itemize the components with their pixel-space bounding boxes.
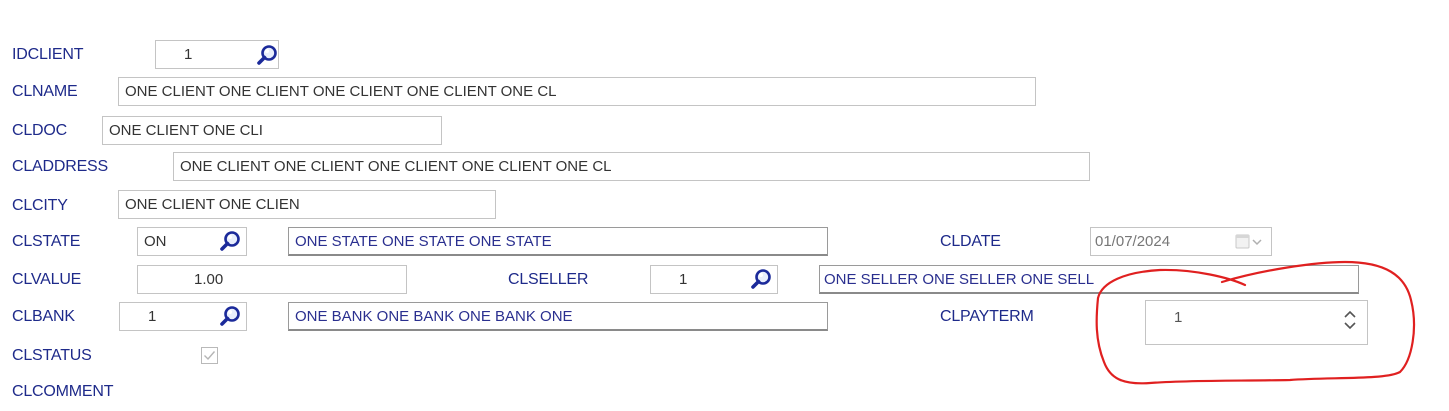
- check-icon: [204, 351, 216, 361]
- label-claddress: CLADDRESS: [12, 158, 109, 175]
- clstate-lookup-magnifier-icon[interactable]: [219, 229, 243, 253]
- calendar-icon[interactable]: [1235, 234, 1263, 250]
- label-clcity: CLCITY: [12, 197, 68, 214]
- clstatus-checkbox[interactable]: [201, 347, 218, 364]
- cldoc-input[interactable]: ONE CLIENT ONE CLI: [102, 116, 442, 145]
- clpayterm-value: 1: [1174, 309, 1183, 326]
- label-clbank: CLBANK: [12, 308, 75, 325]
- spin-arrows-icon[interactable]: [1343, 309, 1357, 331]
- clstate-name-field: ONE STATE ONE STATE ONE STATE: [288, 227, 828, 256]
- clpayterm-spinner[interactable]: 1: [1145, 300, 1368, 345]
- clvalue-value: 1.00: [194, 271, 224, 288]
- clbank-id-value: 1: [148, 308, 157, 325]
- clseller-name-field: ONE SELLER ONE SELLER ONE SELL: [819, 265, 1359, 294]
- chevron-down-icon: [1344, 322, 1356, 330]
- clstate-code-value: ON: [144, 233, 167, 250]
- claddress-input[interactable]: ONE CLIENT ONE CLIENT ONE CLIENT ONE CLI…: [173, 152, 1090, 181]
- label-idclient: IDCLIENT: [12, 46, 84, 63]
- label-clstate: CLSTATE: [12, 233, 81, 250]
- idclient-lookup-magnifier-icon[interactable]: [256, 43, 280, 67]
- label-clpayterm: CLPAYTERM: [940, 308, 1034, 325]
- cldate-picker[interactable]: 01/07/2024: [1090, 227, 1272, 256]
- label-clseller: CLSELLER: [508, 271, 589, 288]
- clvalue-input[interactable]: 1.00: [137, 265, 407, 294]
- label-cldoc: CLDOC: [12, 122, 68, 139]
- cldate-value: 01/07/2024: [1095, 233, 1171, 250]
- clcity-input[interactable]: ONE CLIENT ONE CLIEN: [118, 190, 496, 219]
- label-clvalue: CLVALUE: [12, 271, 82, 288]
- label-clcomment: CLCOMMENT: [12, 383, 114, 400]
- label-clstatus: CLSTATUS: [12, 347, 92, 364]
- clseller-id-value: 1: [679, 271, 688, 288]
- idclient-value: 1: [184, 46, 193, 63]
- label-cldate: CLDATE: [940, 233, 1001, 250]
- clseller-lookup-magnifier-icon[interactable]: [750, 267, 774, 291]
- clbank-name-field: ONE BANK ONE BANK ONE BANK ONE: [288, 302, 828, 331]
- clname-input[interactable]: ONE CLIENT ONE CLIENT ONE CLIENT ONE CLI…: [118, 77, 1036, 106]
- clbank-lookup-magnifier-icon[interactable]: [219, 304, 243, 328]
- label-clname: CLNAME: [12, 83, 78, 100]
- chevron-up-icon: [1344, 310, 1356, 318]
